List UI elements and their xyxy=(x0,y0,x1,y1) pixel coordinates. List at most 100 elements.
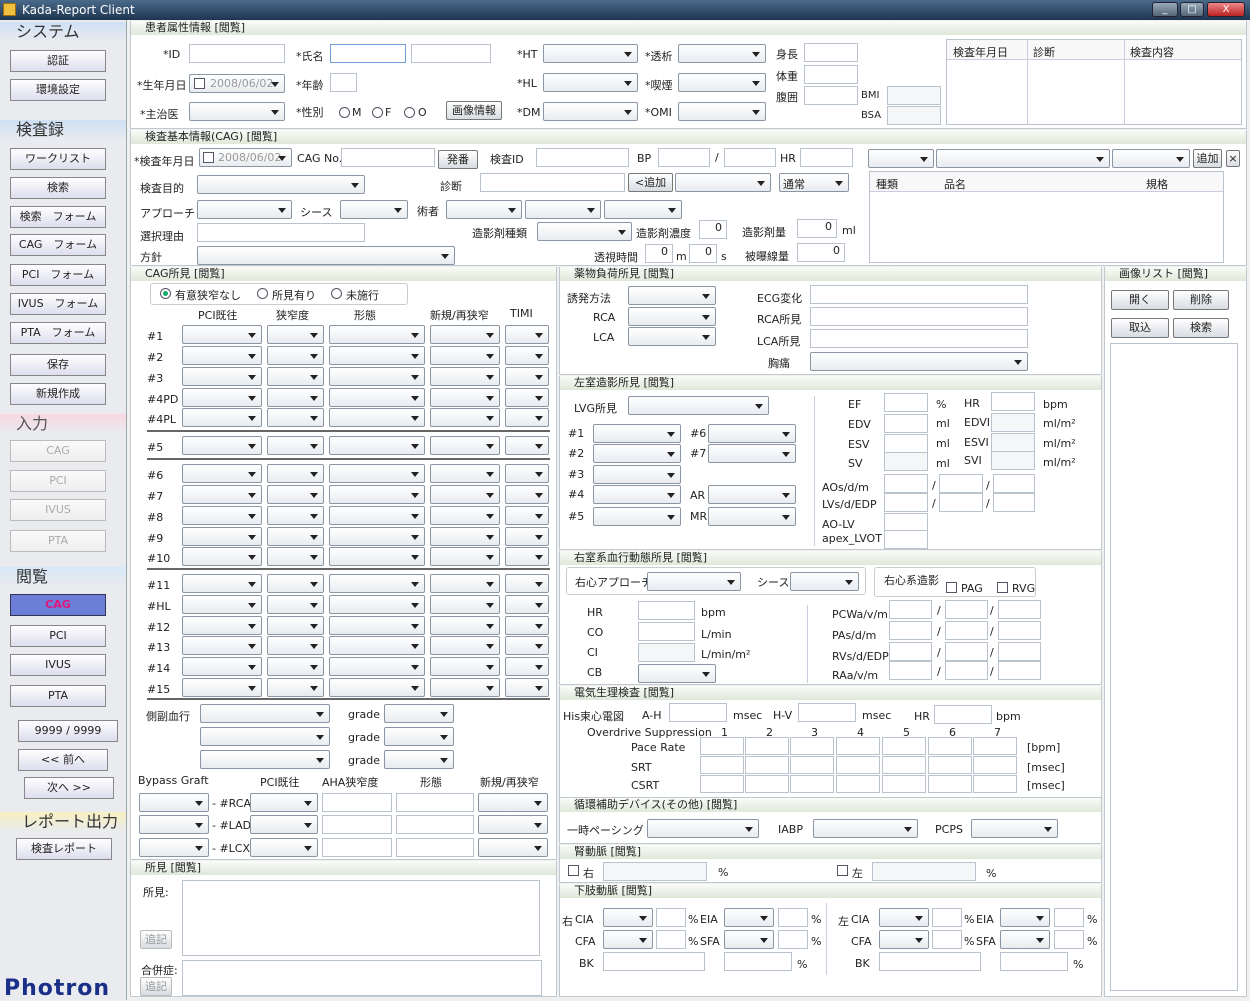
morphology-select[interactable] xyxy=(329,506,425,525)
device-delete-button[interactable]: × xyxy=(1226,150,1240,167)
morphology-select[interactable] xyxy=(329,436,425,455)
ep-grid-cell[interactable] xyxy=(928,737,972,755)
aos-input-1[interactable] xyxy=(884,474,928,493)
rh-pressure-input-3[interactable] xyxy=(998,600,1041,619)
timi-select[interactable] xyxy=(505,346,549,365)
restenosis-select[interactable] xyxy=(430,678,500,697)
artery-input[interactable] xyxy=(778,930,808,949)
ep-grid-cell[interactable] xyxy=(790,775,834,793)
pci-history-select[interactable] xyxy=(182,408,262,427)
restenosis-select[interactable] xyxy=(430,325,500,344)
iabp-select[interactable] xyxy=(813,819,918,838)
drug-method-select[interactable] xyxy=(628,286,716,305)
bypass-new-select[interactable] xyxy=(478,838,548,857)
ep-grid-cell[interactable] xyxy=(882,756,926,774)
omi-select[interactable] xyxy=(678,102,766,121)
apex-input[interactable] xyxy=(884,530,928,549)
grade-select-2[interactable] xyxy=(384,727,454,746)
restenosis-select[interactable] xyxy=(430,388,500,407)
browse-cag-button[interactable]: CAG xyxy=(10,594,106,616)
artery-select[interactable] xyxy=(1000,908,1050,927)
pci-history-select[interactable] xyxy=(182,325,262,344)
sex-o-radio[interactable] xyxy=(404,107,415,118)
bypass-morph-input[interactable] xyxy=(396,815,474,834)
morphology-select[interactable] xyxy=(329,346,425,365)
rh-pressure-input-2[interactable] xyxy=(945,661,988,680)
input-cag-button[interactable]: CAG xyxy=(10,440,106,462)
aos-input-3[interactable] xyxy=(993,474,1035,493)
co-input[interactable] xyxy=(638,622,695,641)
stenosis-select[interactable] xyxy=(267,657,324,676)
ep-grid-cell[interactable] xyxy=(745,756,789,774)
timi-select[interactable] xyxy=(505,506,549,525)
ep-hr-input[interactable] xyxy=(934,705,992,724)
collateral-select-3[interactable] xyxy=(200,750,330,769)
bypass-graft-select[interactable] xyxy=(139,838,209,857)
stenosis-select[interactable] xyxy=(267,367,324,386)
lvs-input-1[interactable] xyxy=(884,493,928,512)
stenosis-select[interactable] xyxy=(267,408,324,427)
exam-history-table[interactable]: 検査年月日 診断 検査内容 xyxy=(946,39,1242,125)
morphology-select[interactable] xyxy=(329,464,425,483)
artery-select[interactable] xyxy=(603,930,653,949)
pci-history-select[interactable] xyxy=(182,527,262,546)
stenosis-select[interactable] xyxy=(267,464,324,483)
artery-select[interactable] xyxy=(1000,930,1050,949)
operator-select-1[interactable] xyxy=(446,200,522,219)
restenosis-select[interactable] xyxy=(430,636,500,655)
ep-grid-cell[interactable] xyxy=(973,737,1017,755)
dm-select[interactable] xyxy=(543,102,638,121)
pci-history-select[interactable] xyxy=(182,506,262,525)
restenosis-select[interactable] xyxy=(430,595,500,614)
name-input-1[interactable] xyxy=(330,44,406,63)
renal-left-checkbox[interactable] xyxy=(837,865,848,876)
image-info-button[interactable]: 画像情報 xyxy=(446,101,502,120)
rh-pressure-input-1[interactable] xyxy=(889,642,932,661)
restenosis-select[interactable] xyxy=(430,464,500,483)
image-import-button[interactable]: 取込 xyxy=(1111,318,1169,338)
stenosis-select[interactable] xyxy=(267,595,324,614)
bypass-pci-select[interactable] xyxy=(250,838,318,857)
browse-pci-button[interactable]: PCI xyxy=(10,625,106,647)
notes-add-button-2[interactable]: 追記 xyxy=(140,977,172,996)
restenosis-select[interactable] xyxy=(430,485,500,504)
pci-history-select[interactable] xyxy=(182,367,262,386)
pci-history-select[interactable] xyxy=(182,436,262,455)
image-delete-button[interactable]: 削除 xyxy=(1173,290,1229,310)
timi-select[interactable] xyxy=(505,436,549,455)
lv-segment-select[interactable] xyxy=(593,507,681,526)
timi-select[interactable] xyxy=(505,464,549,483)
morphology-select[interactable] xyxy=(329,485,425,504)
stenosis-select[interactable] xyxy=(267,547,324,566)
env-settings-button[interactable]: 環境設定 xyxy=(10,79,106,101)
fluoro-sec-input[interactable]: 0 xyxy=(689,244,717,263)
artery-select[interactable] xyxy=(879,908,929,927)
device-spec-select[interactable] xyxy=(1112,149,1190,168)
morphology-select[interactable] xyxy=(329,616,425,635)
hv-input[interactable] xyxy=(798,703,856,722)
lvs-input-3[interactable] xyxy=(993,493,1035,512)
restenosis-select[interactable] xyxy=(430,436,500,455)
height-input[interactable] xyxy=(804,43,858,62)
morphology-select[interactable] xyxy=(329,388,425,407)
restenosis-select[interactable] xyxy=(430,527,500,546)
hr-input[interactable] xyxy=(800,148,853,167)
diagnosis-input[interactable] xyxy=(480,173,625,192)
bk-input-1[interactable] xyxy=(879,952,981,971)
exam-id-input[interactable] xyxy=(536,148,629,167)
hl-select[interactable] xyxy=(543,73,638,92)
ep-grid-cell[interactable] xyxy=(882,737,926,755)
dialysis-select[interactable] xyxy=(678,44,766,63)
rh-approach-select[interactable] xyxy=(647,572,741,591)
morphology-select[interactable] xyxy=(329,657,425,676)
cag-no-input[interactable] xyxy=(341,148,435,167)
edv-input[interactable] xyxy=(884,414,928,433)
lvs-input-2[interactable] xyxy=(939,493,983,512)
no-stenosis-radio[interactable] xyxy=(160,288,171,299)
artery-select[interactable] xyxy=(879,930,929,949)
lv-segment-select[interactable] xyxy=(593,424,681,443)
contrast-conc-input[interactable]: 0 xyxy=(699,220,727,239)
new-button[interactable]: 新規作成 xyxy=(10,383,106,405)
pcps-select[interactable] xyxy=(971,819,1058,838)
save-button[interactable]: 保存 xyxy=(10,354,106,376)
